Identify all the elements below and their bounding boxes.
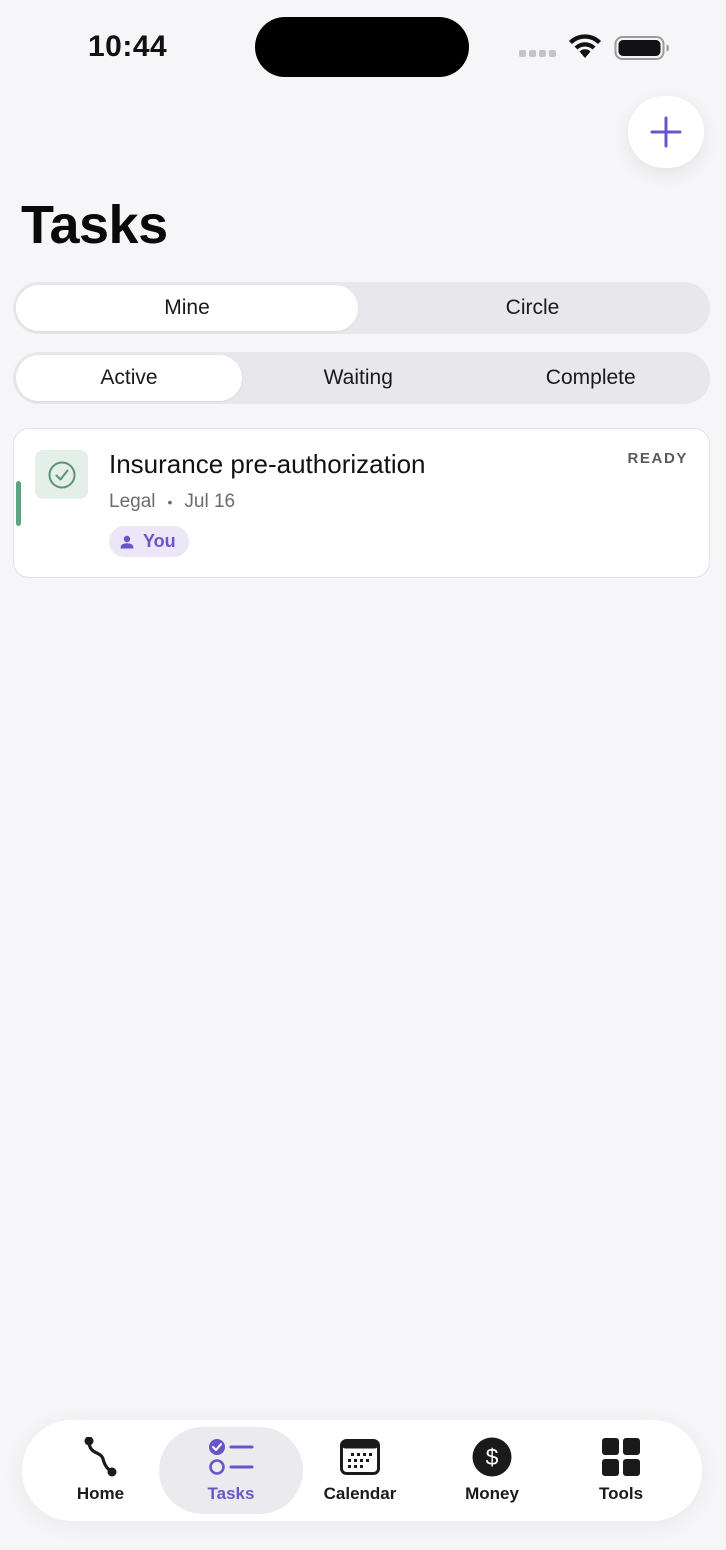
cellular-signal-icon [519,50,559,58]
tab-label-tools: Tools [598,1484,644,1503]
path-icon [84,1437,116,1477]
scope-segmented-control: Mine Circle [13,282,710,334]
grid-icon [602,1438,640,1476]
check-circle-icon [48,461,75,488]
add-task-button[interactable] [628,96,704,168]
plus-icon [650,116,682,148]
tab-home[interactable]: Home [68,1420,133,1521]
tab-money[interactable]: $ Money [460,1420,524,1521]
meta-separator: • [167,494,173,510]
assignee-label: You [143,531,176,551]
tab-label-money: Money [465,1484,519,1503]
assignee-chip: You [109,526,189,557]
task-status-accent [16,481,21,526]
task-meta: Legal • Jul 16 [109,491,235,513]
status-time: 10:44 [88,30,168,63]
tab-waiting[interactable]: Waiting [242,355,475,401]
page-title: Tasks [21,195,168,255]
tab-tools[interactable]: Tools [594,1420,648,1521]
person-icon [120,535,134,548]
task-icon-box [35,450,88,499]
tab-label-tasks: Tasks [207,1484,255,1503]
tab-complete[interactable]: Complete [475,355,708,401]
task-list-icon [209,1439,254,1475]
task-status-badge: READY [627,450,688,467]
calendar-icon [340,1439,380,1475]
svg-text:$: $ [486,1444,499,1470]
task-title: Insurance pre-authorization [109,449,426,479]
task-date: Jul 16 [184,491,236,512]
wifi-icon [569,34,601,58]
bottom-tab-bar: Home Tasks Calendar $ Money Tools [22,1420,702,1521]
tab-tasks[interactable]: Tasks [196,1420,266,1521]
task-card[interactable]: Insurance pre-authorization READY Legal … [13,428,710,578]
tab-circle[interactable]: Circle [358,285,707,331]
tab-label-calendar: Calendar [323,1484,397,1503]
dynamic-island [255,17,469,77]
tab-active[interactable]: Active [16,355,242,401]
tab-label-home: Home [76,1484,125,1503]
status-bar: 10:44 [0,0,726,90]
task-category: Legal [109,491,156,512]
tab-mine[interactable]: Mine [16,285,358,331]
battery-icon [614,36,669,60]
state-segmented-control: Active Waiting Complete [13,352,710,404]
tab-calendar[interactable]: Calendar [319,1420,401,1521]
dollar-icon: $ [472,1437,512,1477]
